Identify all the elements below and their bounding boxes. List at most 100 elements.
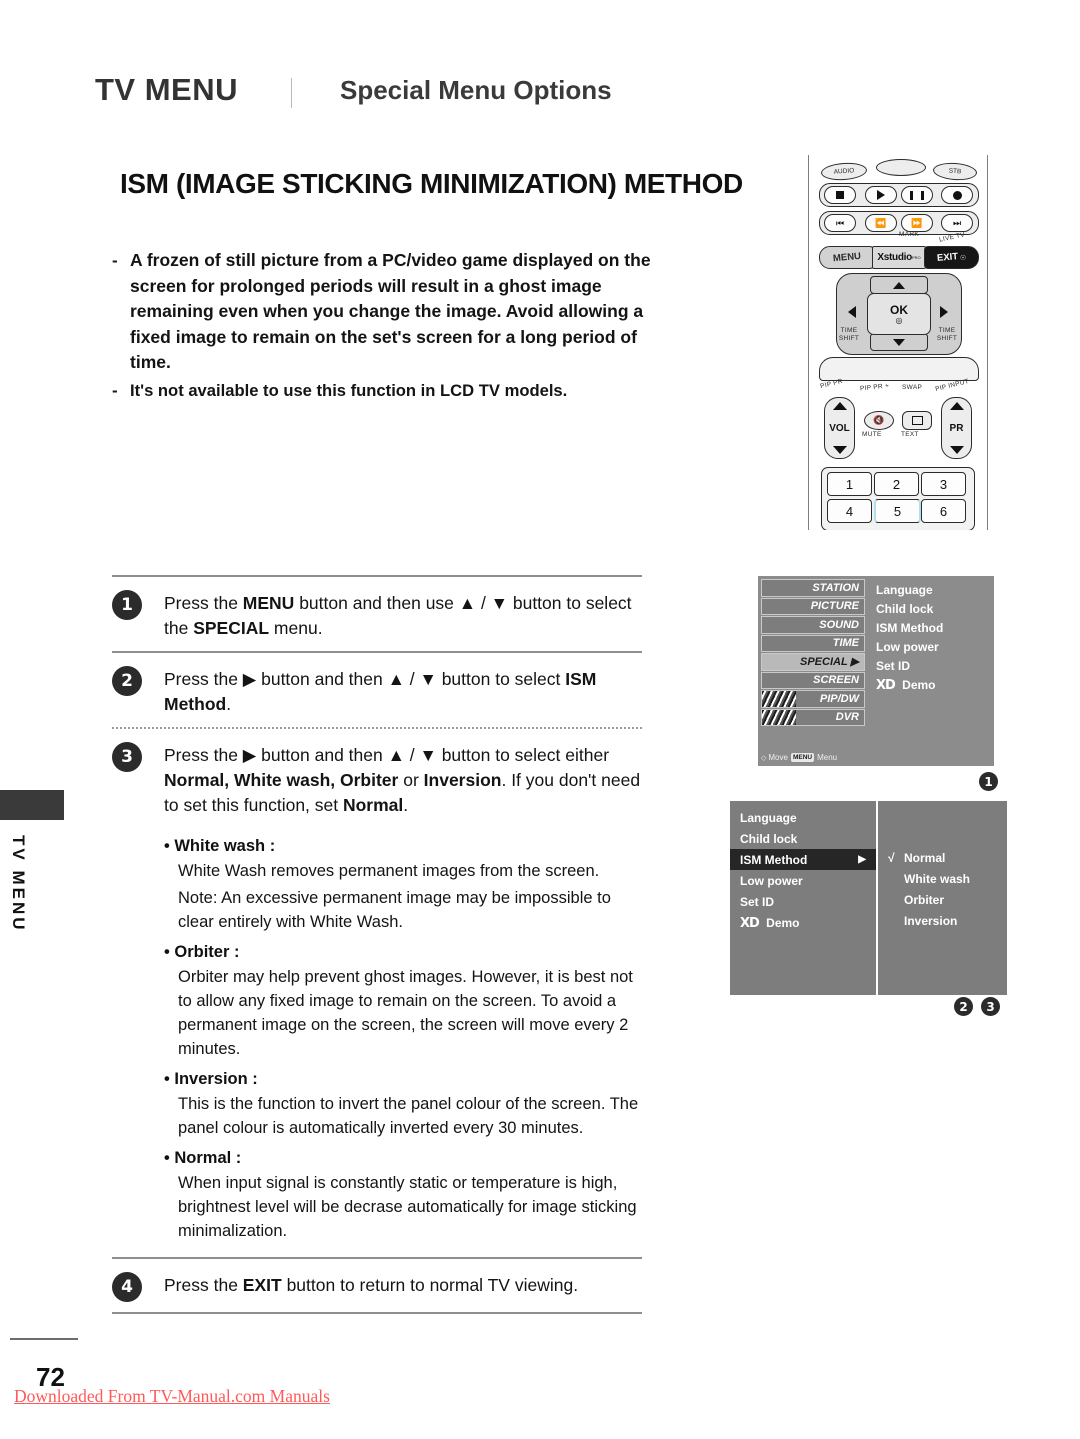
skip-forward-button[interactable]: ⏭ <box>941 214 973 232</box>
volume-rocker[interactable]: VOL <box>824 397 855 459</box>
description-paragraph: Note: An excessive permanent image may b… <box>178 889 611 931</box>
osd-item-xd-demo[interactable]: XD Demo <box>868 675 994 695</box>
description-paragraph: When input signal is constantly static o… <box>178 1174 637 1240</box>
menu-button[interactable]: MENU <box>819 246 874 269</box>
description-heading: • White wash : <box>164 837 276 855</box>
record-icon <box>952 190 962 200</box>
audio-button[interactable]: AUDIO <box>820 161 868 182</box>
osd2-option-inversion[interactable]: Inversion <box>878 910 1007 931</box>
chevron-left-icon <box>848 306 856 318</box>
osd-screenshot-1: STATION PICTURE SOUND TIME SPECIAL ▶ SCR… <box>758 576 994 766</box>
osd-tab-time[interactable]: TIME <box>761 634 865 652</box>
step-2: 2 Press the ▶ button and then ▲ / ▼ butt… <box>112 653 642 727</box>
osd2-item-set-id[interactable]: Set ID <box>730 891 876 912</box>
swap-caption: SWAP <box>902 384 923 391</box>
key-5[interactable]: 5 <box>874 499 921 523</box>
osd2-item-language[interactable]: Language <box>730 807 876 828</box>
chevron-down-icon <box>893 338 905 346</box>
osd-tab-special[interactable]: SPECIAL ▶ <box>761 653 865 671</box>
nav-right-button[interactable] <box>931 295 957 329</box>
program-up-icon <box>949 402 964 410</box>
chevron-right-icon: ▶ <box>858 853 866 865</box>
osd-item-language[interactable]: Language <box>868 580 994 599</box>
unlabeled-top-button[interactable] <box>876 159 926 176</box>
pause-button[interactable] <box>901 186 933 204</box>
key-1[interactable]: 1 <box>827 472 872 496</box>
program-rocker[interactable]: PR <box>941 397 972 459</box>
key-4[interactable]: 4 <box>827 499 872 523</box>
play-icon <box>877 190 885 200</box>
key-2[interactable]: 2 <box>874 472 919 496</box>
pause-icon <box>910 190 924 200</box>
osd2-item-low-power[interactable]: Low power <box>730 870 876 891</box>
skip-back-button[interactable]: ⏮ <box>824 214 856 232</box>
side-tab-bar <box>0 790 64 820</box>
play-button[interactable] <box>865 186 897 204</box>
osd2-step-marker-3: 3 <box>981 997 1000 1016</box>
osd-hint-bar: ◇ Move MENU Menu <box>761 753 838 762</box>
osd-tab-station[interactable]: STATION <box>761 579 865 597</box>
time-shift-right-caption: TIME SHIFT <box>936 327 958 342</box>
mute-button[interactable]: 🔇 <box>864 411 894 430</box>
intro-item: - A frozen of still picture from a PC/vi… <box>112 248 672 376</box>
pip-thumbnail-icon <box>762 691 796 707</box>
nav-up-button[interactable] <box>870 276 928 294</box>
step-number-badge: 2 <box>112 666 142 696</box>
description-paragraph: This is the function to invert the panel… <box>178 1095 639 1137</box>
osd2-item-child-lock[interactable]: Child lock <box>730 828 876 849</box>
osd-item-low-power[interactable]: Low power <box>868 637 994 656</box>
divider <box>112 1312 642 1314</box>
descriptions-list: • White wash : White Wash removes perman… <box>164 837 642 1243</box>
chevron-right-icon <box>940 306 948 318</box>
remote-control-illustration: AUDIO STB ⏮ ⏪ ⏩ ⏭ MARK LIVE TV MENU Xstu… <box>808 155 988 530</box>
key-3[interactable]: 3 <box>921 472 966 496</box>
key-6[interactable]: 6 <box>921 499 966 523</box>
osd1-step-marker: 1 <box>979 772 998 791</box>
osd2-option-normal[interactable]: √ Normal <box>878 847 1007 868</box>
xstudio-button[interactable]: Xstudio PRO <box>872 246 926 269</box>
description-paragraph: White Wash removes permanent images from… <box>178 862 600 880</box>
step-4: 4 Press the EXIT button to return to nor… <box>112 1259 642 1312</box>
record-button[interactable] <box>941 186 973 204</box>
osd-tab-screen[interactable]: SCREEN <box>761 671 865 689</box>
osd-category-list: STATION PICTURE SOUND TIME SPECIAL ▶ SCR… <box>758 576 868 766</box>
osd-tab-picture[interactable]: PICTURE <box>761 597 865 615</box>
fast-forward-icon: ⏩ <box>911 217 923 228</box>
osd-item-child-lock[interactable]: Child lock <box>868 599 994 618</box>
description-paragraph: Orbiter may help prevent ghost images. H… <box>178 968 633 1058</box>
step-number-badge: 4 <box>112 1272 142 1302</box>
nav-left-button[interactable] <box>839 295 865 329</box>
ok-button[interactable]: OK ◎ <box>867 293 931 335</box>
download-note[interactable]: Downloaded From TV-Manual.com Manuals <box>14 1386 330 1407</box>
osd-tab-pip-dw[interactable]: PIP/DW <box>761 690 865 708</box>
osd-item-ism-method[interactable]: ISM Method <box>868 618 994 637</box>
osd2-item-list: Language Child lock ISM Method ▶ Low pow… <box>730 801 876 995</box>
stop-button[interactable] <box>824 186 856 204</box>
step-number-badge: 3 <box>112 742 142 772</box>
osd2-option-list: √ Normal White wash Orbiter Inversion <box>878 801 1007 995</box>
osd2-option-orbiter[interactable]: Orbiter <box>878 889 1007 910</box>
skip-forward-icon: ⏭ <box>952 217 962 228</box>
osd-item-set-id[interactable]: Set ID <box>868 656 994 675</box>
target-icon: ◎ <box>895 316 903 325</box>
osd2-option-white-wash[interactable]: White wash <box>878 868 1007 889</box>
fast-forward-button[interactable]: ⏩ <box>901 214 933 232</box>
rewind-button[interactable]: ⏪ <box>865 214 897 232</box>
osd-tab-dvr[interactable]: DVR <box>761 708 865 726</box>
page-subtitle: Special Menu Options <box>340 75 612 105</box>
exit-button[interactable]: EXIT ☉ <box>924 246 979 269</box>
step-number-badge: 1 <box>112 590 142 620</box>
nav-down-button[interactable] <box>870 333 928 351</box>
text-icon <box>911 416 923 425</box>
intro-dash: - <box>112 380 118 400</box>
description-heading: • Inversion : <box>164 1070 258 1088</box>
osd2-item-ism-method[interactable]: ISM Method ▶ <box>730 849 876 870</box>
osd2-item-xd-demo[interactable]: XD Demo <box>730 912 876 934</box>
step-text: Press the ▶ button and then ▲ / ▼ button… <box>164 669 597 714</box>
stb-button[interactable]: STB <box>932 161 978 182</box>
chevron-up-icon <box>893 281 905 289</box>
intro-list: - A frozen of still picture from a PC/vi… <box>112 248 672 405</box>
osd-tab-sound[interactable]: SOUND <box>761 616 865 634</box>
text-button[interactable] <box>902 411 932 430</box>
program-down-icon <box>949 446 964 454</box>
